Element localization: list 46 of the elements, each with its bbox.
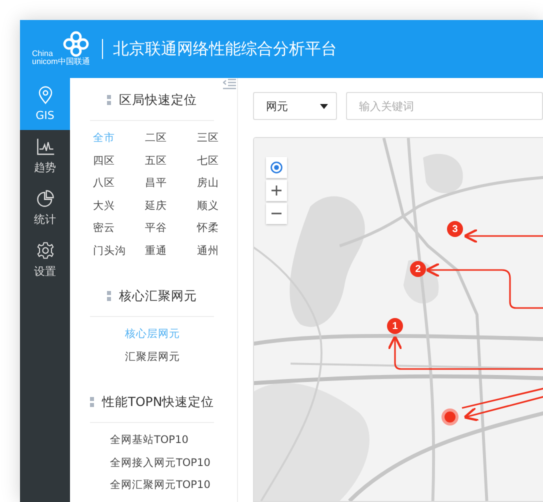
section-title: 核心汇聚网元 xyxy=(119,288,197,304)
district-link[interactable]: 延庆 xyxy=(145,194,197,217)
knot-logo-icon xyxy=(62,31,90,57)
location-dot[interactable] xyxy=(442,408,458,426)
section-title: 性能TOPN快速定位 xyxy=(102,394,214,410)
district-link[interactable]: 怀柔 xyxy=(197,217,227,240)
nav-item[interactable]: 统计 xyxy=(20,182,70,234)
district-link[interactable]: 三区 xyxy=(197,127,227,150)
line-chart-icon xyxy=(36,137,54,156)
district-link[interactable]: 二区 xyxy=(145,127,197,150)
logo-text: China unicom中国联通 xyxy=(32,50,90,66)
nav-item[interactable]: 设置 xyxy=(20,234,70,286)
district-link[interactable]: 通州 xyxy=(197,240,227,262)
settings-icon xyxy=(36,241,54,260)
district-link[interactable]: 门头沟 xyxy=(93,240,145,262)
caret-icon xyxy=(320,104,328,108)
district-link[interactable]: 昌平 xyxy=(145,172,197,194)
district-link[interactable]: 平谷 xyxy=(145,217,197,240)
district-link[interactable]: 四区 xyxy=(93,150,145,172)
district-link[interactable]: 八区 xyxy=(93,172,145,194)
district-link[interactable]: 房山 xyxy=(197,172,227,194)
section-title: 区局快速定位 xyxy=(119,92,197,108)
district-link[interactable]: 重通 xyxy=(145,240,197,262)
pie-chart-icon xyxy=(36,189,54,208)
locate-button[interactable] xyxy=(266,157,287,178)
nav-item[interactable]: 趋势 xyxy=(20,130,70,182)
zoom-out-button[interactable] xyxy=(266,203,287,224)
grip-icon xyxy=(107,94,111,106)
list-item[interactable]: 全网接入网元TOP10 xyxy=(110,452,214,474)
grip-icon xyxy=(107,290,111,302)
plus-icon xyxy=(270,184,283,197)
list-item[interactable]: 全网基站TOP10 xyxy=(110,429,214,452)
grip-icon xyxy=(90,396,94,408)
district-link[interactable]: 大兴 xyxy=(93,194,145,217)
zoom-in-button[interactable] xyxy=(266,180,287,201)
list-item[interactable]: 全网汇聚网元TOP10 xyxy=(110,474,214,496)
app-title: 北京联通网络性能综合分析平台 xyxy=(113,38,337,60)
collapse-icon[interactable] xyxy=(223,78,236,90)
district-link[interactable]: 密云 xyxy=(93,217,145,240)
district-link[interactable]: 五区 xyxy=(145,150,197,172)
list-item[interactable]: 汇聚层网元 xyxy=(125,346,214,368)
search-field[interactable]: 输入关键词 xyxy=(346,92,543,120)
locate-icon xyxy=(270,161,283,174)
type-dropdown[interactable]: 网元 xyxy=(253,92,337,120)
district-link[interactable]: 七区 xyxy=(197,150,227,172)
district-link[interactable]: 顺义 xyxy=(197,194,227,217)
